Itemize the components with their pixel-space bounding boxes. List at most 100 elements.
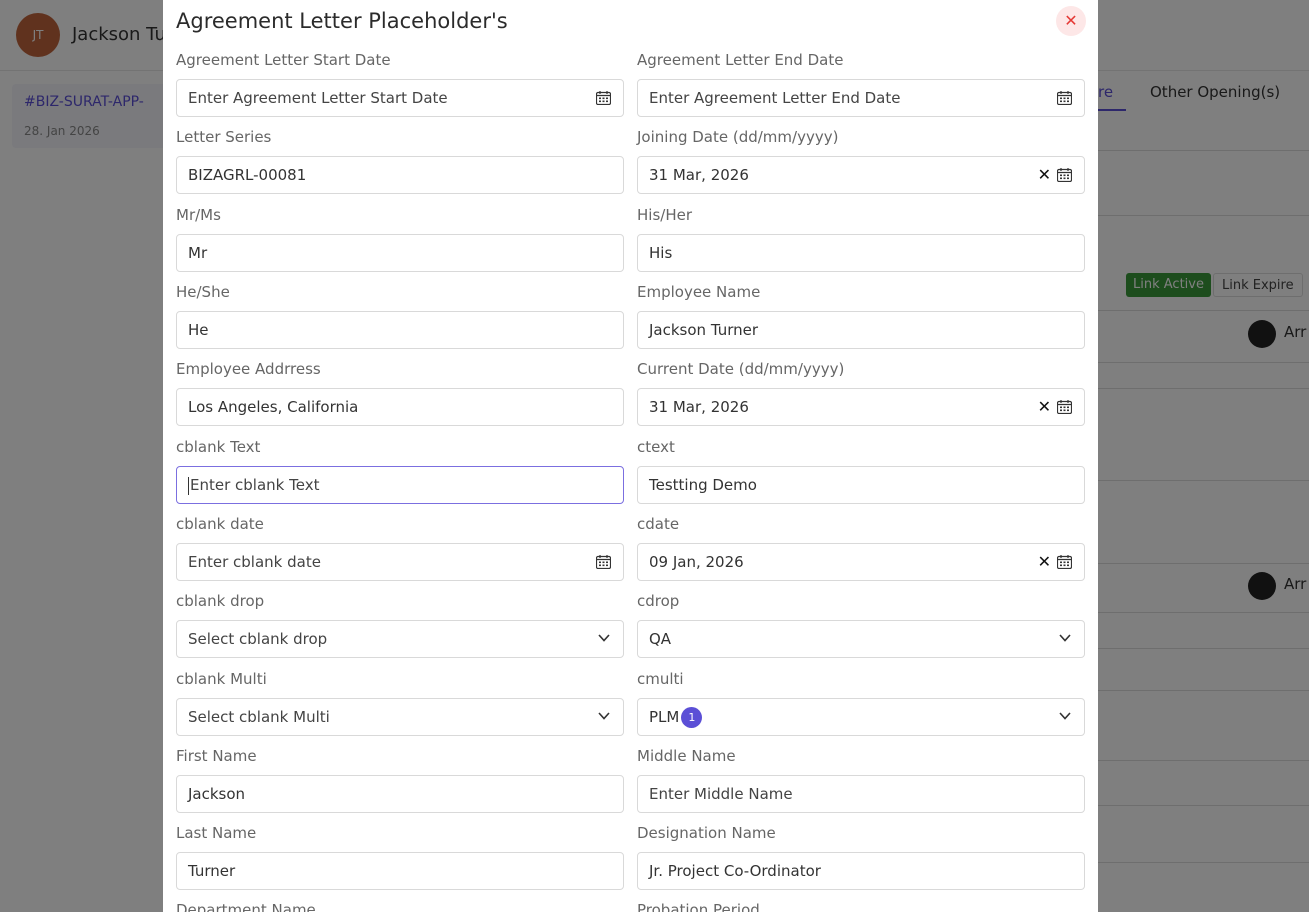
field-cmulti: cmulti PLM 1 <box>637 670 1085 736</box>
middle-name-input[interactable]: Enter Middle Name <box>637 775 1085 813</box>
field-label: Department Name <box>176 901 316 912</box>
field-value: Jr. Project Co-Ordinator <box>649 862 821 880</box>
field-employee-name: Employee Name Jackson Turner <box>637 283 1085 349</box>
text-caret <box>188 476 189 495</box>
field-value: QA <box>649 630 672 648</box>
modal-title: Agreement Letter Placeholder's <box>176 9 508 33</box>
joining-date-input[interactable]: 31 Mar, 2026 ✕ <box>637 156 1085 194</box>
selection-count-badge: 1 <box>681 707 703 728</box>
field-label: cmulti <box>637 670 684 688</box>
field-label: First Name <box>176 747 257 765</box>
calendar-icon[interactable] <box>1057 400 1072 414</box>
field-label: cdate <box>637 515 680 533</box>
field-label: cblank date <box>176 515 264 533</box>
field-last-name: Last Name Turner <box>176 824 624 890</box>
field-his-her: His/Her His <box>637 206 1085 272</box>
field-he-she: He/She He <box>176 283 624 349</box>
he-she-input[interactable]: He <box>176 311 624 349</box>
field-value: Turner <box>188 862 236 880</box>
clear-icon[interactable]: ✕ <box>1038 397 1051 417</box>
field-cblank-date: cblank date Enter cblank date <box>176 515 624 581</box>
field-value: Los Angeles, California <box>188 398 359 416</box>
field-probation-period: Probation Period <box>637 901 1085 912</box>
last-name-input[interactable]: Turner <box>176 852 624 890</box>
close-icon: ✕ <box>1064 11 1078 30</box>
calendar-icon[interactable] <box>1057 91 1072 105</box>
field-cblank-text: cblank Text Enter cblank Text <box>176 438 624 504</box>
field-placeholder: Enter Middle Name <box>649 785 793 803</box>
field-agreement-end-date: Agreement Letter End Date Enter Agreemen… <box>637 51 1085 117</box>
field-mr-ms: Mr/Ms Mr <box>176 206 624 272</box>
close-button[interactable]: ✕ <box>1056 6 1086 36</box>
employee-name-input[interactable]: Jackson Turner <box>637 311 1085 349</box>
field-agreement-start-date: Agreement Letter Start Date Enter Agreem… <box>176 51 624 117</box>
current-date-input[interactable]: 31 Mar, 2026 ✕ <box>637 388 1085 426</box>
field-cblank-drop: cblank drop Select cblank drop <box>176 592 624 658</box>
designation-name-input[interactable]: Jr. Project Co-Ordinator <box>637 852 1085 890</box>
field-ctext: ctext Testting Demo <box>637 438 1085 504</box>
field-cblank-multi: cblank Multi Select cblank Multi <box>176 670 624 736</box>
field-placeholder: Enter cblank date <box>188 553 321 571</box>
field-cdrop: cdrop QA <box>637 592 1085 658</box>
field-label: Current Date (dd/mm/yyyy) <box>637 360 845 378</box>
cdrop-select[interactable]: QA <box>637 620 1085 658</box>
field-label: His/Her <box>637 206 692 224</box>
field-value: BIZAGRL-00081 <box>188 166 307 184</box>
chevron-down-icon <box>1059 634 1071 642</box>
field-label: cblank Multi <box>176 670 267 688</box>
employee-address-input[interactable]: Los Angeles, California <box>176 388 624 426</box>
field-letter-series: Letter Series BIZAGRL-00081 <box>176 128 624 194</box>
chevron-down-icon <box>1059 712 1071 720</box>
field-label: Letter Series <box>176 128 272 146</box>
field-label: Mr/Ms <box>176 206 221 224</box>
field-employee-address: Employee Addrress Los Angeles, Californi… <box>176 360 624 426</box>
field-label: Middle Name <box>637 747 736 765</box>
field-first-name: First Name Jackson <box>176 747 624 813</box>
field-label: Designation Name <box>637 824 776 842</box>
clear-icon[interactable]: ✕ <box>1038 552 1051 572</box>
field-label: Probation Period <box>637 901 760 912</box>
field-label: He/She <box>176 283 230 301</box>
calendar-icon[interactable] <box>596 555 611 569</box>
field-placeholder: Enter Agreement Letter End Date <box>649 89 901 107</box>
cmulti-select[interactable]: PLM 1 <box>637 698 1085 736</box>
calendar-icon[interactable] <box>596 91 611 105</box>
field-label: ctext <box>637 438 675 456</box>
calendar-icon[interactable] <box>1057 555 1072 569</box>
cblank-drop-select[interactable]: Select cblank drop <box>176 620 624 658</box>
field-value: 31 Mar, 2026 <box>649 166 749 184</box>
field-value: Testting Demo <box>649 476 757 494</box>
field-value: He <box>188 321 209 339</box>
cblank-text-input[interactable]: Enter cblank Text <box>176 466 624 504</box>
field-value: Jackson Turner <box>649 321 759 339</box>
clear-icon[interactable]: ✕ <box>1038 165 1051 185</box>
field-placeholder: Select cblank drop <box>188 630 328 648</box>
field-placeholder: Enter cblank Text <box>190 476 320 494</box>
field-label: Last Name <box>176 824 257 842</box>
field-label: Employee Addrress <box>176 360 321 378</box>
chevron-down-icon <box>598 634 610 642</box>
field-value: 09 Jan, 2026 <box>649 553 744 571</box>
cblank-multi-select[interactable]: Select cblank Multi <box>176 698 624 736</box>
field-cdate: cdate 09 Jan, 2026 ✕ <box>637 515 1085 581</box>
field-placeholder: Enter Agreement Letter Start Date <box>188 89 448 107</box>
agreement-start-date-input[interactable]: Enter Agreement Letter Start Date <box>176 79 624 117</box>
field-middle-name: Middle Name Enter Middle Name <box>637 747 1085 813</box>
agreement-end-date-input[interactable]: Enter Agreement Letter End Date <box>637 79 1085 117</box>
cblank-date-input[interactable]: Enter cblank date <box>176 543 624 581</box>
his-her-input[interactable]: His <box>637 234 1085 272</box>
cdate-input[interactable]: 09 Jan, 2026 ✕ <box>637 543 1085 581</box>
field-designation-name: Designation Name Jr. Project Co-Ordinato… <box>637 824 1085 890</box>
calendar-icon[interactable] <box>1057 168 1072 182</box>
placeholder-modal: Agreement Letter Placeholder's ✕ Agreeme… <box>163 0 1098 912</box>
field-value: Jackson <box>188 785 246 803</box>
field-label: Agreement Letter End Date <box>637 51 844 69</box>
field-label: Joining Date (dd/mm/yyyy) <box>637 128 839 146</box>
letter-series-input[interactable]: BIZAGRL-00081 <box>176 156 624 194</box>
mr-ms-input[interactable]: Mr <box>176 234 624 272</box>
field-value: PLM <box>649 708 680 726</box>
field-value: 31 Mar, 2026 <box>649 398 749 416</box>
field-placeholder: Select cblank Multi <box>188 708 330 726</box>
ctext-input[interactable]: Testting Demo <box>637 466 1085 504</box>
first-name-input[interactable]: Jackson <box>176 775 624 813</box>
